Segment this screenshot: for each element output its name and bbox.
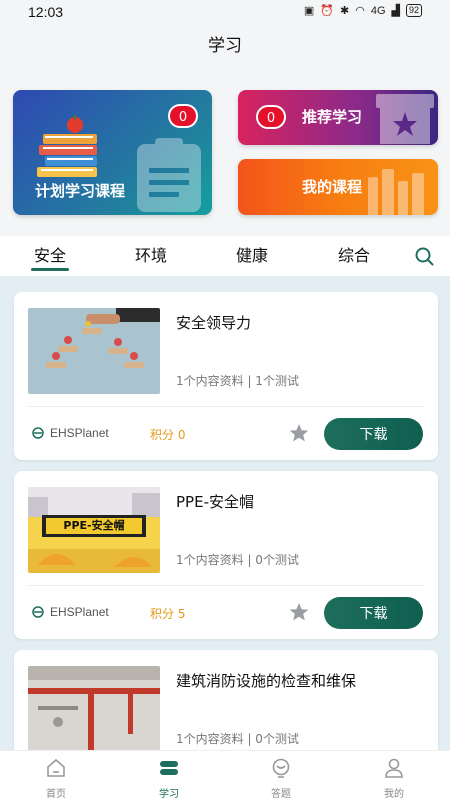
recommend-card[interactable]: 0 推荐学习 [238, 90, 438, 145]
status-time: 12:03 [28, 4, 64, 20]
favorite-star-icon[interactable] [288, 422, 310, 444]
nav-home-label: 首页 [46, 789, 66, 800]
divider [28, 585, 424, 586]
provider: EHSPlanet [32, 426, 109, 440]
provider-name: EHSPlanet [50, 605, 109, 619]
course-title: 安全领导力 [176, 314, 252, 332]
plan-course-label: 计划学习课程 [35, 182, 126, 200]
course-title: PPE-安全帽 [176, 493, 254, 511]
nav-home[interactable]: 首页 [26, 757, 86, 800]
alarm-icon: ⏰ [320, 5, 334, 17]
bottom-nav: 首页 学习 答题 我的 [0, 750, 450, 800]
provider-logo-icon [32, 427, 44, 439]
points-label: 积分 0 [150, 428, 186, 442]
plan-count-badge: 0 [168, 104, 198, 128]
bookshelf-icon [368, 169, 424, 215]
recommend-count-badge: 0 [256, 105, 286, 129]
status-icons: ▣ ⏰ ✱ ◠ 4G ▟ 92 [304, 4, 422, 17]
points-label: 积分 5 [150, 607, 186, 621]
course-thumbnail: PPE-安全帽 [28, 487, 160, 573]
status-bar: 12:03 ▣ ⏰ ✱ ◠ 4G ▟ 92 [0, 0, 450, 24]
clipboard-icon [137, 138, 201, 212]
signal-text: 4G [370, 4, 386, 17]
thumbnail-caption: PPE-安全帽 [63, 519, 125, 532]
nav-study-label: 学习 [159, 789, 179, 800]
recommend-box-icon [376, 94, 434, 144]
page-header: 学习 [0, 24, 450, 68]
course-list[interactable]: 安全领导力 1个内容资料 | 1个测试 EHSPlanet 积分 0 下载 PP… [0, 276, 450, 800]
recommend-label: 推荐学习 [302, 108, 363, 126]
leadership-image [28, 308, 160, 394]
my-courses-card[interactable]: 我的课程 [238, 159, 438, 215]
course-meta: 1个内容资料 | 0个测试 [176, 553, 299, 567]
provider: EHSPlanet [32, 605, 109, 619]
course-thumbnail [28, 666, 160, 752]
tab-health[interactable]: 健康 [236, 242, 268, 266]
bluetooth-icon: ✱ [340, 5, 350, 17]
nav-quiz[interactable]: 答题 [251, 757, 311, 800]
course-meta: 1个内容资料 | 0个测试 [176, 732, 299, 746]
search-icon[interactable] [414, 246, 434, 266]
page-title: 学习 [208, 36, 242, 56]
favorite-star-icon[interactable] [288, 601, 310, 623]
my-courses-label: 我的课程 [302, 178, 363, 196]
profile-icon [385, 758, 403, 778]
category-tabs: 安全 环境 健康 综合 [0, 236, 450, 276]
books-icon [37, 115, 97, 177]
signal-icon: ▟ [391, 5, 400, 17]
nav-quiz-label: 答题 [271, 789, 291, 800]
fire-facility-image [28, 666, 160, 752]
course-thumbnail [28, 308, 160, 394]
course-card[interactable]: PPE-安全帽 PPE-安全帽 1个内容资料 | 0个测试 EHSPlanet … [14, 471, 438, 639]
divider [28, 406, 424, 407]
nav-profile[interactable]: 我的 [364, 757, 424, 800]
nav-profile-label: 我的 [384, 789, 404, 800]
study-icon [160, 761, 178, 775]
plan-course-card[interactable]: 0 计划学习课程 [13, 90, 212, 215]
provider-name: EHSPlanet [50, 426, 109, 440]
nav-study[interactable]: 学习 [139, 757, 199, 800]
home-icon [47, 758, 65, 777]
provider-logo-icon [32, 606, 44, 618]
course-card[interactable]: 安全领导力 1个内容资料 | 1个测试 EHSPlanet 积分 0 下载 [14, 292, 438, 460]
quiz-icon [272, 758, 290, 778]
course-title: 建筑消防设施的检查和维保 [176, 672, 357, 690]
download-button[interactable]: 下载 [324, 418, 423, 450]
course-meta: 1个内容资料 | 1个测试 [176, 374, 299, 388]
download-button[interactable]: 下载 [324, 597, 423, 629]
wifi-icon: ◠ [355, 5, 365, 17]
battery-icon: 92 [405, 4, 422, 17]
tab-environment[interactable]: 环境 [135, 242, 167, 266]
tab-general[interactable]: 综合 [338, 242, 370, 266]
nfc-icon: ▣ [303, 5, 315, 17]
tab-safety[interactable]: 安全 [30, 242, 70, 271]
